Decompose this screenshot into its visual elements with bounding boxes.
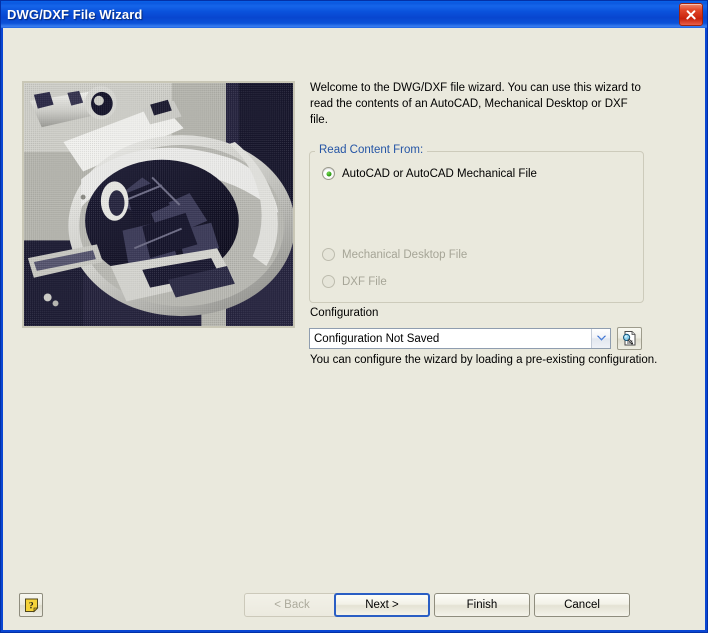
browse-configuration-button[interactable] xyxy=(617,327,642,350)
chevron-down-icon[interactable] xyxy=(591,329,610,348)
next-button[interactable]: Next > xyxy=(334,593,430,617)
configuration-hint: You can configure the wizard by loading … xyxy=(310,354,658,366)
radio-option-mechanical-desktop: Mechanical Desktop File xyxy=(322,248,467,261)
radio-label: AutoCAD or AutoCAD Mechanical File xyxy=(342,167,537,180)
radio-label: Mechanical Desktop File xyxy=(342,248,468,261)
window-title: DWG/DXF File Wizard xyxy=(7,7,143,22)
close-icon[interactable] xyxy=(679,3,703,26)
footer-bar: ? < Back Next > Finish Cancel xyxy=(3,584,705,630)
help-button[interactable]: ? xyxy=(19,593,43,617)
radio-label: DXF File xyxy=(342,275,387,288)
read-content-group-legend: Read Content From: xyxy=(315,144,428,156)
radio-option-autocad[interactable]: AutoCAD or AutoCAD Mechanical File xyxy=(322,167,537,180)
read-content-group: AutoCAD or AutoCAD Mechanical File Mecha… xyxy=(309,151,644,303)
document-search-icon xyxy=(623,331,636,346)
wizard-window: DWG/DXF File Wizard Welcome to the DWG/D… xyxy=(0,0,708,633)
svg-text:?: ? xyxy=(28,601,33,611)
dialog-client-area: Welcome to the DWG/DXF file wizard. You … xyxy=(3,28,705,630)
configuration-combobox[interactable]: Configuration Not Saved xyxy=(309,328,611,349)
help-question-icon: ? xyxy=(24,598,38,612)
intro-text: Welcome to the DWG/DXF file wizard. You … xyxy=(310,82,641,126)
configuration-selected-value: Configuration Not Saved xyxy=(314,332,440,345)
radio-icon xyxy=(322,167,335,180)
radio-option-dxf: DXF File xyxy=(322,275,387,288)
back-button[interactable]: < Back xyxy=(244,593,340,617)
configuration-label: Configuration xyxy=(310,307,379,319)
title-bar: DWG/DXF File Wizard xyxy=(1,1,707,28)
radio-icon xyxy=(322,248,335,261)
radio-icon xyxy=(322,275,335,288)
machine-photo xyxy=(22,81,295,328)
finish-button[interactable]: Finish xyxy=(434,593,530,617)
cancel-button[interactable]: Cancel xyxy=(534,593,630,617)
